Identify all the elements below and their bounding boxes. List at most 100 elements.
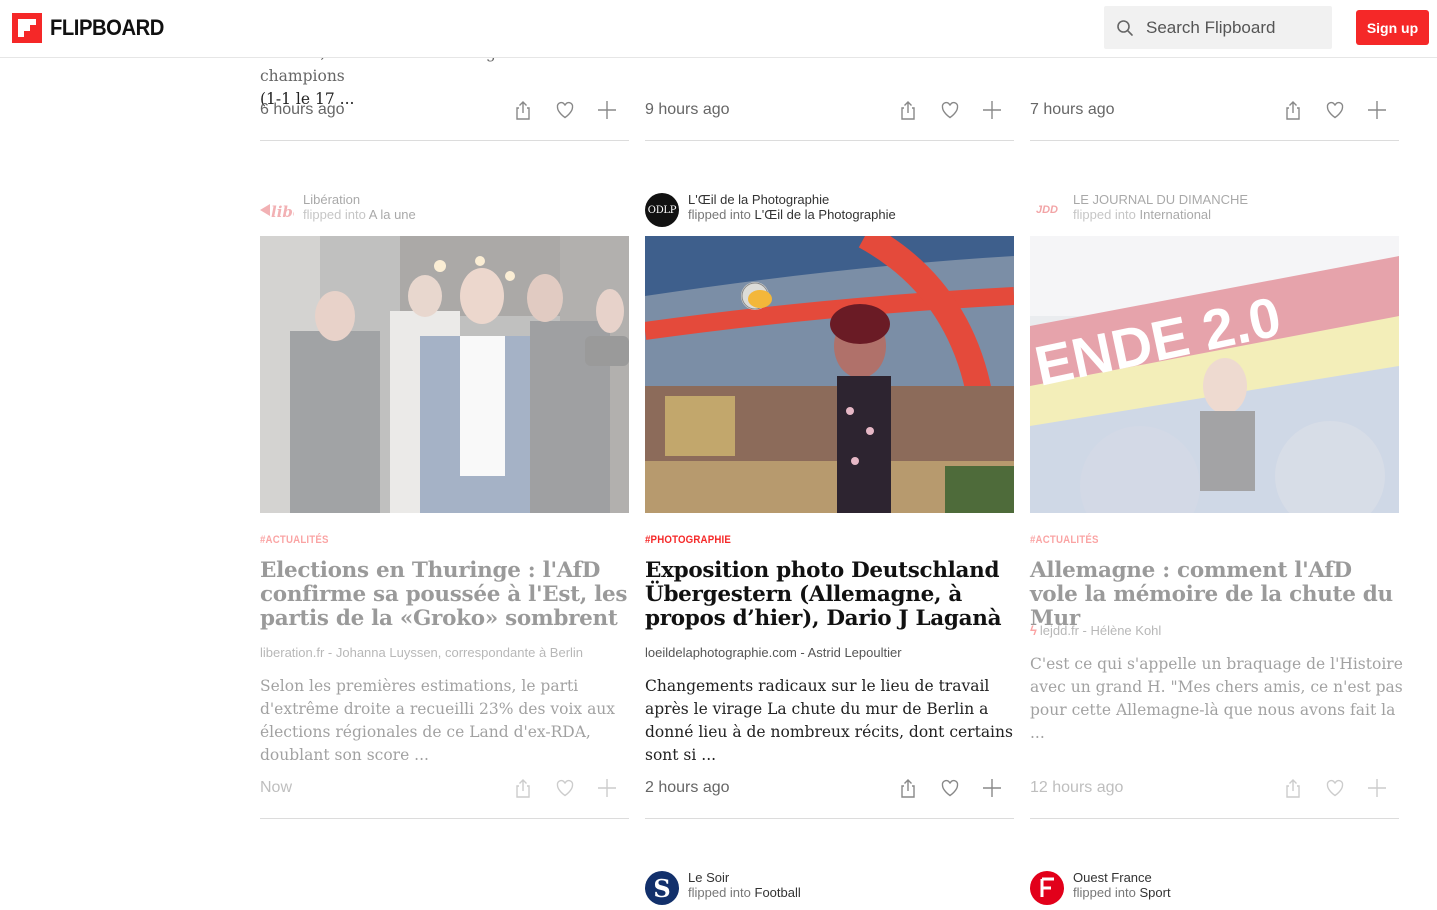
article-image[interactable]: ENDE 2.0 [1030, 236, 1399, 513]
heart-icon[interactable] [1324, 777, 1346, 799]
source-avatar[interactable]: S [645, 871, 679, 905]
sign-up-button[interactable]: Sign up [1356, 10, 1429, 45]
flipped-prefix: flipped into [303, 207, 369, 222]
article-headline[interactable]: Exposition photo Deutschland Übergestern… [645, 559, 1014, 631]
add-icon[interactable] [981, 777, 1003, 799]
source-name[interactable]: Libération [303, 192, 360, 207]
article-attribution: ODLP L'Œil de la Photographie flipped in… [645, 192, 1014, 228]
source-avatar[interactable]: JDD [1030, 193, 1064, 227]
timestamp: 2 hours ago [645, 779, 730, 796]
flipped-into: flipped into Football [688, 885, 801, 900]
article-actions: 12 hours ago [1030, 774, 1399, 804]
search-box[interactable] [1104, 6, 1332, 49]
add-icon[interactable] [1366, 99, 1388, 121]
article-image[interactable] [260, 236, 629, 513]
top-header: FLIPBOARD Sign up [0, 0, 1437, 58]
le-soir-logo-icon: S [653, 873, 671, 903]
divider [645, 818, 1014, 819]
magazine-link[interactable]: Football [755, 885, 801, 900]
source-avatar[interactable]: libe [260, 193, 294, 227]
previous-article-actions: 6 hours ago [260, 96, 629, 126]
heart-icon[interactable] [1324, 99, 1346, 121]
photo-woman-building [645, 236, 1014, 513]
article-actions: 2 hours ago [645, 774, 1014, 804]
liberation-logo-icon: libe [260, 203, 294, 221]
heart-icon[interactable] [939, 99, 961, 121]
article-headline[interactable]: Allemagne : comment l'AfD vole la mémoir… [1030, 559, 1399, 631]
timestamp: Now [260, 779, 293, 796]
article-excerpt[interactable]: Selon les premières estimations, le part… [260, 675, 635, 767]
source-name[interactable]: LE JOURNAL DU DIMANCHE [1073, 192, 1248, 207]
topic-tag[interactable]: #ACTUALITÉS [1030, 534, 1099, 546]
photo-afd-rally: ENDE 2.0 [1030, 236, 1399, 513]
article-excerpt[interactable]: Changements radicaux sur le lieu de trav… [645, 675, 1020, 767]
add-icon[interactable] [596, 777, 618, 799]
add-icon[interactable] [1366, 777, 1388, 799]
byline-text: lejdd.fr - Hélène Kohl [1039, 623, 1162, 638]
topic-tag[interactable]: #ACTUALITÉS [260, 534, 329, 546]
flipboard-logo[interactable]: FLIPBOARD [12, 13, 174, 43]
share-icon[interactable] [1282, 777, 1304, 799]
ouest-france-logo-icon [1040, 877, 1054, 897]
flipped-into: flipped into International [1073, 207, 1211, 222]
previous-article-actions: 7 hours ago [1030, 96, 1399, 126]
magazine-link[interactable]: L'Œil de la Photographie [755, 207, 896, 222]
source-avatar[interactable] [1030, 871, 1064, 905]
article-byline: ϟ lejdd.fr - Hélène Kohl [1030, 623, 1161, 638]
flipped-prefix: flipped into [1073, 885, 1140, 900]
article-headline[interactable]: Elections en Thuringe : l'AfD confirme s… [260, 559, 629, 631]
flipped-into: flipped into L'Œil de la Photographie [688, 207, 896, 222]
jdd-logo-icon: JDD [1035, 204, 1058, 216]
svg-text:libe: libe [271, 203, 294, 221]
flipped-prefix: flipped into [688, 885, 755, 900]
share-icon[interactable] [512, 99, 534, 121]
timestamp: 12 hours ago [1030, 779, 1124, 796]
next-article-attribution: Ouest France flipped into Sport [1030, 870, 1399, 906]
heart-icon[interactable] [554, 777, 576, 799]
article-byline: liberation.fr - Johanna Luyssen, corresp… [260, 645, 584, 660]
topic-tag[interactable]: #PHOTOGRAPHIE [645, 534, 731, 546]
magazine-link[interactable]: Sport [1140, 885, 1171, 900]
photo-politicians [260, 236, 629, 513]
share-icon[interactable] [1282, 99, 1304, 121]
heart-icon[interactable] [939, 777, 961, 799]
source-name[interactable]: Ouest France [1073, 870, 1152, 885]
divider [645, 140, 1014, 141]
next-article-attribution: S Le Soir flipped into Football [645, 870, 1014, 906]
heart-icon[interactable] [554, 99, 576, 121]
flipboard-logo-icon [12, 13, 42, 43]
source-name[interactable]: L'Œil de la Photographie [688, 192, 829, 207]
timestamp: 9 hours ago [645, 101, 730, 118]
share-icon[interactable] [512, 777, 534, 799]
article-image[interactable] [645, 236, 1014, 513]
flipped-into: flipped into Sport [1073, 885, 1171, 900]
source-name[interactable]: Le Soir [688, 870, 729, 885]
divider [1030, 140, 1399, 141]
article-actions: Now [260, 774, 629, 804]
add-icon[interactable] [981, 99, 1003, 121]
search-input[interactable] [1146, 17, 1326, 39]
magazine-link[interactable]: International [1140, 207, 1212, 222]
divider [260, 140, 629, 141]
article-attribution: JDD LE JOURNAL DU DIMANCHE flipped into … [1030, 192, 1399, 228]
logo-text: FLIPBOARD [50, 15, 164, 40]
share-icon[interactable] [897, 777, 919, 799]
article-excerpt[interactable]: C'est ce qui s'appelle un braquage de l'… [1030, 653, 1405, 745]
flipped-into: flipped into A la une [303, 207, 416, 222]
search-icon [1117, 20, 1133, 36]
magazine-link[interactable]: A la une [369, 207, 416, 222]
article-attribution: libe Libération flipped into A la une [260, 192, 629, 228]
source-avatar[interactable]: ODLP [645, 193, 679, 227]
divider [260, 818, 629, 819]
flipped-prefix: flipped into [688, 207, 755, 222]
odlp-logo-icon: ODLP [647, 204, 677, 216]
add-icon[interactable] [596, 99, 618, 121]
timestamp: 7 hours ago [1030, 101, 1115, 118]
share-icon[interactable] [897, 99, 919, 121]
amp-lightning-icon: ϟ [1030, 623, 1037, 638]
divider [1030, 818, 1399, 819]
previous-article-actions: 9 hours ago [645, 96, 1014, 126]
flipped-prefix: flipped into [1073, 207, 1140, 222]
timestamp: 6 hours ago [260, 101, 345, 118]
article-byline: loeildelaphotographie.com - Astrid Lepou… [645, 645, 902, 660]
